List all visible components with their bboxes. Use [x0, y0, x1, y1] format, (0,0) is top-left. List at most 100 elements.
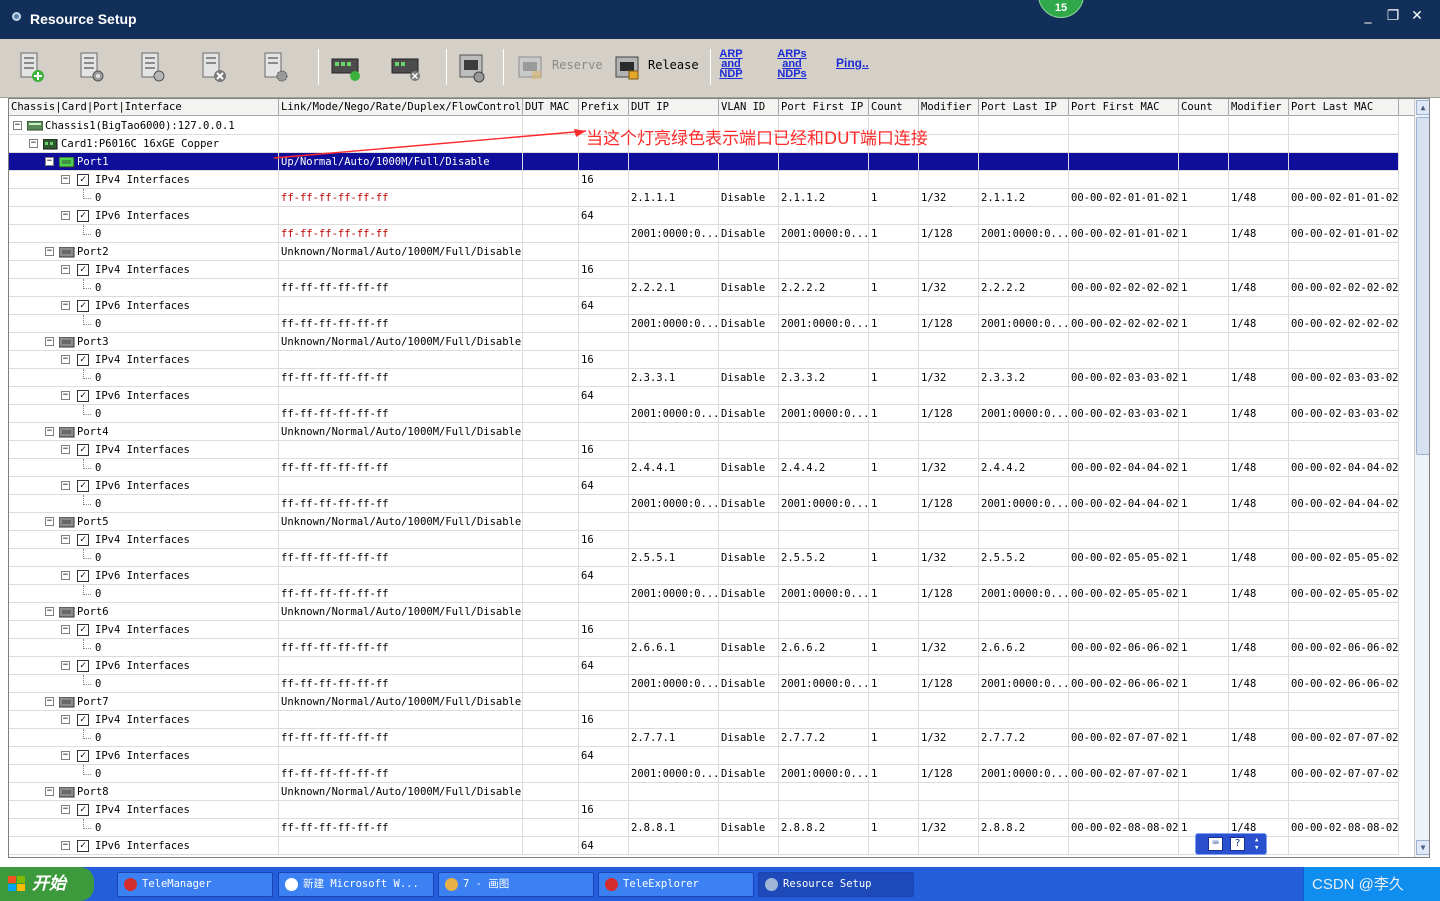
grid-cell[interactable] — [523, 495, 579, 513]
grid-cell[interactable]: 1/48 — [1229, 369, 1289, 387]
column-header[interactable]: Modifier — [919, 99, 979, 116]
grid-cell[interactable] — [1289, 243, 1399, 261]
grid-cell[interactable]: 1/128 — [919, 675, 979, 693]
grid-cell[interactable] — [719, 477, 779, 495]
interface-row[interactable]: − ✓ IPv4 Interfaces 16 — [9, 171, 1399, 189]
grid-cell[interactable]: 2.2.2.1 — [629, 279, 719, 297]
grid-cell[interactable] — [523, 351, 579, 369]
grid-cell[interactable]: 00-00-02-07-07-02 — [1289, 765, 1399, 783]
grid-cell[interactable] — [1179, 621, 1229, 639]
grid-cell[interactable]: Disable — [719, 315, 779, 333]
entry-row[interactable]: 0 ff-ff-ff-ff-ff-ff 2.7.7.1 Disable 2.7.7.2 1… — [9, 729, 1399, 747]
grid-cell[interactable] — [523, 387, 579, 405]
grid-cell[interactable]: 00-00-02-01-01-02 — [1069, 225, 1179, 243]
grid-cell[interactable]: 2.8.8.2 — [779, 819, 869, 837]
tree-cell[interactable]: − Port4 — [9, 423, 279, 441]
grid-cell[interactable] — [1229, 333, 1289, 351]
grid-cell[interactable]: Disable — [719, 585, 779, 603]
grid-cell[interactable] — [979, 531, 1069, 549]
grid-cell[interactable]: 1 — [1179, 279, 1229, 297]
grid-cell[interactable] — [719, 603, 779, 621]
column-header[interactable]: DUT IP — [629, 99, 719, 116]
grid-cell[interactable]: 1/32 — [919, 459, 979, 477]
grid-cell[interactable] — [1289, 747, 1399, 765]
grid-cell[interactable]: ff-ff-ff-ff-ff-ff — [279, 279, 523, 297]
interface-checkbox[interactable]: ✓ — [77, 210, 89, 222]
grid-cell[interactable] — [979, 207, 1069, 225]
grid-cell[interactable] — [1289, 135, 1399, 153]
grid-cell[interactable] — [1289, 693, 1399, 711]
grid-cell[interactable]: 1 — [869, 639, 919, 657]
port-row[interactable]: − Port4 Unknown/Normal/Auto/1000M/Full/Dis… — [9, 423, 1399, 441]
grid-cell[interactable]: ff-ff-ff-ff-ff-ff — [279, 369, 523, 387]
grid-cell[interactable]: 2001:0000:0... — [779, 315, 869, 333]
grid-cell[interactable] — [579, 459, 629, 477]
grid-cell[interactable]: 00-00-02-06-06-02 — [1069, 639, 1179, 657]
grid-cell[interactable] — [1229, 567, 1289, 585]
grid-cell[interactable]: 64 — [579, 477, 629, 495]
grid-cell[interactable] — [523, 315, 579, 333]
grid-cell[interactable] — [779, 477, 869, 495]
grid-cell[interactable] — [869, 783, 919, 801]
grid-cell[interactable] — [629, 153, 719, 171]
grid-cell[interactable] — [629, 423, 719, 441]
grid-cell[interactable]: 00-00-02-08-08-02 — [1069, 819, 1179, 837]
grid-cell[interactable] — [1069, 387, 1179, 405]
grid-cell[interactable]: 1 — [869, 729, 919, 747]
grid-cell[interactable] — [919, 711, 979, 729]
grid-cell[interactable] — [919, 243, 979, 261]
grid-cell[interactable]: 16 — [579, 801, 629, 819]
tree-cell[interactable]: − ✓ IPv4 Interfaces — [9, 801, 279, 819]
grid-cell[interactable] — [1289, 261, 1399, 279]
grid-cell[interactable] — [719, 243, 779, 261]
grid-cell[interactable] — [579, 765, 629, 783]
grid-cell[interactable] — [629, 207, 719, 225]
grid-cell[interactable] — [1289, 783, 1399, 801]
grid-cell[interactable] — [1289, 603, 1399, 621]
grid-cell[interactable] — [523, 477, 579, 495]
grid-cell[interactable] — [279, 297, 523, 315]
grid-cell[interactable]: 1/48 — [1229, 279, 1289, 297]
scroll-thumb[interactable] — [1416, 117, 1429, 455]
grid-cell[interactable] — [1289, 711, 1399, 729]
grid-cell[interactable] — [579, 639, 629, 657]
grid-cell[interactable] — [869, 333, 919, 351]
grid-cell[interactable] — [579, 603, 629, 621]
grid-cell[interactable]: 00-00-02-03-03-02 — [1289, 405, 1399, 423]
grid-cell[interactable]: 16 — [579, 351, 629, 369]
grid-cell[interactable] — [1069, 747, 1179, 765]
grid-cell[interactable] — [719, 333, 779, 351]
grid-cell[interactable]: 2.3.3.2 — [979, 369, 1069, 387]
grid-cell[interactable]: 1/48 — [1229, 405, 1289, 423]
grid-cell[interactable]: Unknown/Normal/Auto/1000M/Full/Disable — [279, 423, 523, 441]
grid-cell[interactable] — [1069, 837, 1179, 855]
grid-cell[interactable] — [919, 261, 979, 279]
grid-cell[interactable] — [523, 747, 579, 765]
grid-cell[interactable] — [869, 801, 919, 819]
grid-cell[interactable] — [523, 567, 579, 585]
collapse-icon[interactable]: − — [61, 355, 70, 364]
grid-cell[interactable] — [1229, 387, 1289, 405]
grid-cell[interactable]: 1 — [869, 675, 919, 693]
grid-cell[interactable]: ff-ff-ff-ff-ff-ff — [279, 315, 523, 333]
grid-cell[interactable] — [719, 261, 779, 279]
grid-cell[interactable] — [719, 441, 779, 459]
grid-cell[interactable] — [279, 567, 523, 585]
grid-cell[interactable] — [1069, 243, 1179, 261]
grid-cell[interactable] — [1179, 801, 1229, 819]
grid-cell[interactable] — [779, 531, 869, 549]
grid-cell[interactable] — [1289, 153, 1399, 171]
entry-row[interactable]: 0 ff-ff-ff-ff-ff-ff 2001:0000:0... Disable 2… — [9, 585, 1399, 603]
grid-cell[interactable] — [629, 351, 719, 369]
collapse-icon[interactable]: − — [61, 751, 70, 760]
grid-cell[interactable]: 64 — [579, 207, 629, 225]
grid-cell[interactable] — [719, 711, 779, 729]
grid-cell[interactable]: Disable — [719, 639, 779, 657]
grid-cell[interactable] — [919, 135, 979, 153]
grid-cell[interactable]: 2001:0000:0... — [979, 495, 1069, 513]
grid-cell[interactable]: ff-ff-ff-ff-ff-ff — [279, 765, 523, 783]
grid-cell[interactable] — [579, 675, 629, 693]
grid-cell[interactable] — [1179, 351, 1229, 369]
grid-cell[interactable]: ff-ff-ff-ff-ff-ff — [279, 819, 523, 837]
arps-ndps-button[interactable]: ARPs and NDPs — [774, 49, 810, 80]
